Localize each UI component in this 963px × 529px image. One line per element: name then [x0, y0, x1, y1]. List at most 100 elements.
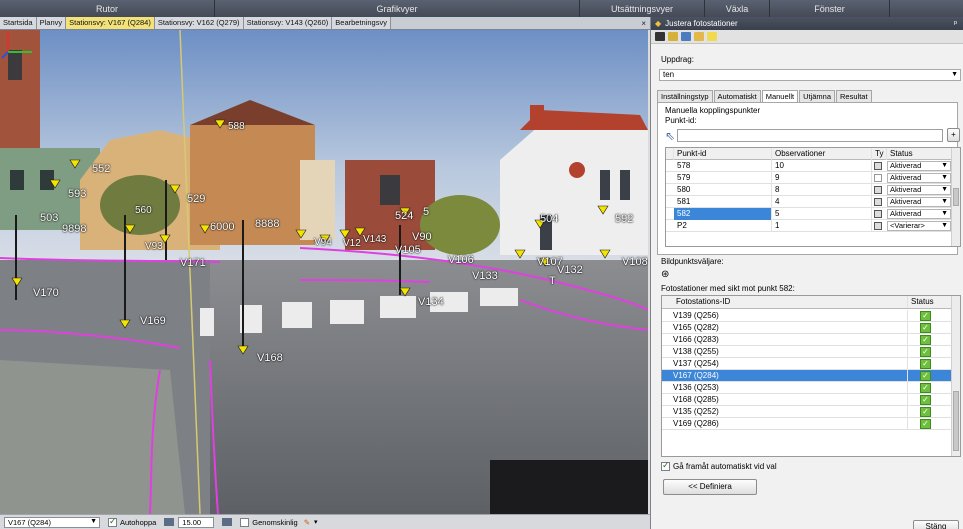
check-icon[interactable]: ✓ [920, 359, 931, 369]
toolbar-edit-icon[interactable] [668, 32, 678, 41]
layer-icon[interactable] [222, 518, 233, 526]
status-value: <Varierar> [890, 221, 925, 230]
distance-input[interactable]: 15.00 [178, 516, 215, 528]
status-value: Aktiverad [890, 209, 922, 218]
table-row[interactable]: V165 (Q282) ✓ [662, 322, 960, 334]
table-row-selected[interactable]: V167 (Q284) ✓ [662, 370, 960, 382]
genomskinlig-checkbox[interactable] [240, 517, 250, 527]
status-select[interactable]: Aktiverad ▼ [887, 161, 951, 171]
col-ty[interactable]: Ty [872, 148, 887, 160]
punkt-id-input[interactable] [677, 129, 943, 142]
uppdrag-select[interactable]: ten ▼ [659, 69, 961, 81]
col-fotostations-id[interactable]: Fotostations-ID [670, 296, 908, 308]
image-edge [490, 460, 648, 514]
chevron-down-icon: ▼ [941, 198, 948, 205]
table-row[interactable]: V137 (Q254) ✓ [662, 358, 960, 370]
tab-stationsvy-v162[interactable]: Stationsvy: V162 (Q279) [154, 17, 244, 29]
check-icon[interactable]: ✓ [920, 383, 931, 393]
col-observationer[interactable]: Observationer [772, 148, 872, 160]
menu-rutor[interactable]: Rutor [0, 0, 215, 17]
table-row[interactable]: 581 4 Aktiverad ▼ [666, 196, 960, 208]
table-row[interactable]: V135 (Q252) ✓ [662, 406, 960, 418]
check-icon[interactable]: ✓ [920, 395, 931, 405]
check-icon[interactable]: ✓ [920, 347, 931, 357]
chevron-down-icon[interactable]: ▾ [314, 518, 318, 526]
table-row[interactable]: V139 (Q256) ✓ [662, 310, 960, 322]
tab-automatiskt[interactable]: Automatiskt [713, 90, 761, 102]
col-punkt-id[interactable]: Punkt-id [674, 148, 772, 160]
table-row[interactable]: 580 8 Aktiverad ▼ [666, 184, 960, 196]
toolbar-camera-icon[interactable] [681, 32, 691, 41]
view-bottom-bar: V167 (Q284) ▼ Autohoppa 15.00 Genomskinl… [0, 514, 650, 529]
menu-fonster[interactable]: Fönster [770, 0, 890, 17]
station-id-cell: V169 (Q286) [670, 418, 908, 430]
chevron-down-icon: ▼ [941, 162, 948, 169]
define-button[interactable]: << Definiera [663, 479, 757, 495]
scroll-thumb[interactable] [953, 391, 959, 451]
status-select[interactable]: Aktiverad ▼ [887, 197, 951, 207]
check-icon[interactable]: ✓ [920, 323, 931, 333]
tab-installningstyp[interactable]: Inställningstyp [657, 90, 713, 102]
status-select[interactable]: <Varierar> ▼ [887, 221, 951, 231]
point-id-cell: 581 [674, 196, 772, 208]
brush-icon[interactable]: ✎ [304, 518, 310, 527]
tab-stationsvy-v167[interactable]: Stationsvy: V167 (Q284) [66, 17, 155, 29]
point-label: V106 [448, 254, 474, 266]
table-row[interactable]: 579 9 Aktiverad ▼ [666, 172, 960, 184]
station-view-viewport[interactable]: 552 9898 503 593 560 529 588 8888 6000 5… [0, 30, 648, 514]
check-icon[interactable]: ✓ [920, 311, 931, 321]
tab-planvy[interactable]: Planvy [36, 17, 67, 29]
toolbar-folder-icon[interactable] [707, 32, 717, 41]
table-row[interactable]: V169 (Q286) ✓ [662, 418, 960, 430]
tab-utjamna[interactable]: Utjämna [799, 90, 836, 102]
status-select[interactable]: Aktiverad ▼ [887, 173, 951, 183]
status-select[interactable]: Aktiverad ▼ [887, 209, 951, 219]
autohoppa-checkbox[interactable] [108, 516, 117, 527]
point-label: 503 [40, 212, 59, 224]
table-row[interactable]: 578 10 Aktiverad ▼ [666, 160, 960, 172]
table-row[interactable]: V136 (Q253) ✓ [662, 382, 960, 394]
pin-icon[interactable]: ᵖ [954, 19, 957, 28]
close-tab-icon[interactable]: × [641, 19, 646, 28]
table-row[interactable]: V168 (Q285) ✓ [662, 394, 960, 406]
points-scrollbar[interactable] [951, 148, 960, 246]
observations-cell: 1 [772, 220, 872, 232]
genomskinlig-toggle[interactable]: Genomskinlig [232, 517, 298, 527]
auto-forward-toggle[interactable]: Gå framåt automatiskt vid val [661, 460, 777, 471]
toolbar-undo-icon[interactable] [694, 32, 704, 41]
status-select[interactable]: Aktiverad ▼ [887, 185, 951, 195]
station-select[interactable]: V167 (Q284) ▼ [4, 516, 100, 528]
cursor-pick-icon[interactable]: ⇖ [665, 129, 675, 143]
check-icon[interactable]: ✓ [920, 371, 931, 381]
check-icon[interactable]: ✓ [920, 335, 931, 345]
table-row[interactable]: P2 1 <Varierar> ▼ [666, 220, 960, 232]
tab-bearbetningsvy[interactable]: Bearbetningsvy [332, 17, 391, 29]
scroll-thumb[interactable] [953, 188, 959, 206]
point-label: 524 [395, 210, 414, 222]
table-row-selected[interactable]: 582 5 Aktiverad ▼ [666, 208, 960, 220]
menu-grafikvyer[interactable]: Grafikvyer [215, 0, 580, 17]
menu-empty [890, 0, 963, 17]
tab-resultat[interactable]: Resultat [836, 90, 872, 102]
tab-startsida[interactable]: Startsida [0, 17, 37, 29]
point-label: V93 [145, 241, 163, 252]
point-label: 504 [540, 213, 559, 225]
menu-vaxla[interactable]: Växla [705, 0, 770, 17]
auto-forward-checkbox[interactable] [661, 460, 670, 471]
stations-table-header: Fotostations-ID Status [662, 296, 960, 309]
col-status[interactable]: Status [887, 148, 953, 160]
table-row[interactable]: V138 (Q255) ✓ [662, 346, 960, 358]
toolbar-save-icon[interactable] [655, 32, 665, 41]
menu-utsattningsvyer[interactable]: Utsättningsvyer [580, 0, 705, 17]
add-point-button[interactable]: + [947, 128, 960, 142]
check-icon[interactable]: ✓ [920, 407, 931, 417]
table-row[interactable]: V166 (Q283) ✓ [662, 334, 960, 346]
close-button[interactable]: Stäng [913, 520, 959, 529]
check-icon[interactable]: ✓ [920, 419, 931, 429]
target-icon[interactable]: ⊛ [661, 269, 669, 280]
point-label: V133 [472, 270, 498, 282]
tab-stationsvy-v143[interactable]: Stationsvy: V143 (Q260) [243, 17, 333, 29]
col-station-status[interactable]: Status [908, 296, 952, 308]
stations-scrollbar[interactable] [951, 296, 960, 456]
autohoppa-toggle[interactable]: Autohoppa [100, 516, 156, 527]
